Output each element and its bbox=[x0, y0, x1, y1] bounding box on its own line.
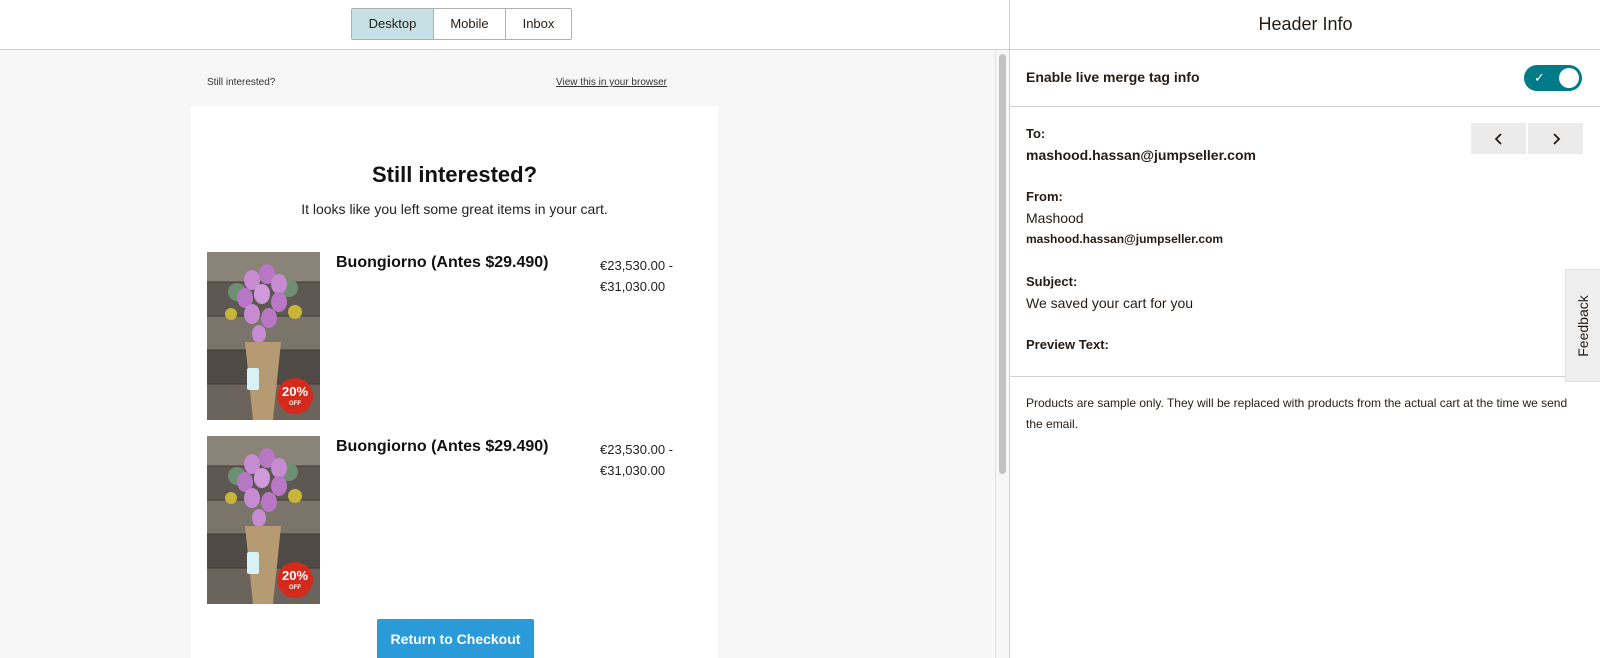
previous-recipient-button[interactable] bbox=[1471, 123, 1526, 154]
product-image: 20% OFF bbox=[207, 436, 320, 604]
product-image: 20% OFF bbox=[207, 252, 320, 420]
merge-tag-toggle-row: Enable live merge tag info ✓ bbox=[1010, 50, 1600, 107]
tab-inbox[interactable]: Inbox bbox=[506, 9, 571, 39]
from-label: From: bbox=[1026, 189, 1063, 204]
preheader-text: Still interested? bbox=[207, 77, 276, 88]
return-to-checkout-button[interactable]: Return to Checkout bbox=[377, 619, 534, 658]
sample-products-note: Products are sample only. They will be r… bbox=[1026, 396, 1568, 431]
divider bbox=[1010, 376, 1600, 377]
view-mode-switch: Desktop Mobile Inbox bbox=[351, 8, 572, 40]
to-label: To: bbox=[1026, 126, 1046, 141]
email-title: Still interested? bbox=[371, 162, 538, 187]
panel-title: Header Info bbox=[1258, 14, 1353, 34]
scrollbar-thumb[interactable] bbox=[999, 54, 1006, 474]
product-price-range-end: €31,030.00 bbox=[600, 463, 666, 478]
live-merge-tag-toggle[interactable]: ✓ bbox=[1524, 65, 1582, 91]
toggle-knob bbox=[1559, 68, 1579, 88]
product-name: Buongiorno (Antes $29.490) bbox=[336, 254, 549, 271]
email-subtitle: It looks like you left some great items … bbox=[301, 201, 608, 217]
subject-label: Subject: bbox=[1026, 274, 1078, 289]
next-recipient-button[interactable] bbox=[1528, 123, 1583, 154]
product-price-range-start: €23,530.00 - bbox=[600, 258, 674, 273]
view-in-browser-link[interactable]: View this in your browser bbox=[556, 77, 667, 88]
recipient-pager bbox=[1471, 123, 1583, 154]
product-row: 20% OFF Buongiorno (Antes $29.490) €23,5… bbox=[207, 436, 707, 604]
discount-badge-pct: 20% bbox=[282, 384, 308, 399]
preview-scrollbar[interactable] bbox=[995, 50, 1009, 658]
product-price-range-start: €23,530.00 - bbox=[600, 442, 674, 457]
preview-toolbar: Desktop Mobile Inbox bbox=[0, 0, 1009, 50]
discount-badge-off: OFF bbox=[289, 585, 301, 591]
preview-text-label: Preview Text: bbox=[1026, 337, 1109, 352]
subject-value: We saved your cart for you bbox=[1026, 295, 1194, 311]
email-preview-pane: Desktop Mobile Inbox Still interested? V… bbox=[0, 0, 1009, 658]
product-name: Buongiorno (Antes $29.490) bbox=[336, 438, 549, 455]
chevron-right-icon bbox=[1552, 132, 1560, 145]
feedback-label: Feedback bbox=[1575, 294, 1591, 357]
discount-badge-off: OFF bbox=[289, 401, 301, 407]
to-value: mashood.hassan@jumpseller.com bbox=[1026, 147, 1256, 163]
product-price: €23,530.00 - €31,030.00 bbox=[600, 255, 673, 297]
discount-badge-pct: 20% bbox=[282, 568, 308, 583]
header-info-panel: Header Info Enable live merge tag info ✓… bbox=[1009, 0, 1600, 658]
tab-mobile[interactable]: Mobile bbox=[434, 9, 506, 39]
product-row: 20% OFF Buongiorno (Antes $29.490) €23,5… bbox=[207, 252, 707, 420]
toggle-label: Enable live merge tag info bbox=[1026, 69, 1200, 85]
chevron-left-icon bbox=[1494, 132, 1502, 145]
email-body: Still interested? It looks like you left… bbox=[191, 106, 718, 658]
product-price: €23,530.00 - €31,030.00 bbox=[600, 439, 673, 481]
tab-desktop[interactable]: Desktop bbox=[352, 9, 434, 39]
check-icon: ✓ bbox=[1534, 70, 1545, 85]
feedback-tab[interactable]: Feedback bbox=[1565, 269, 1600, 382]
from-name: Mashood bbox=[1026, 210, 1084, 226]
product-price-range-end: €31,030.00 bbox=[600, 279, 666, 294]
from-email: mashood.hassan@jumpseller.com bbox=[1026, 232, 1224, 246]
